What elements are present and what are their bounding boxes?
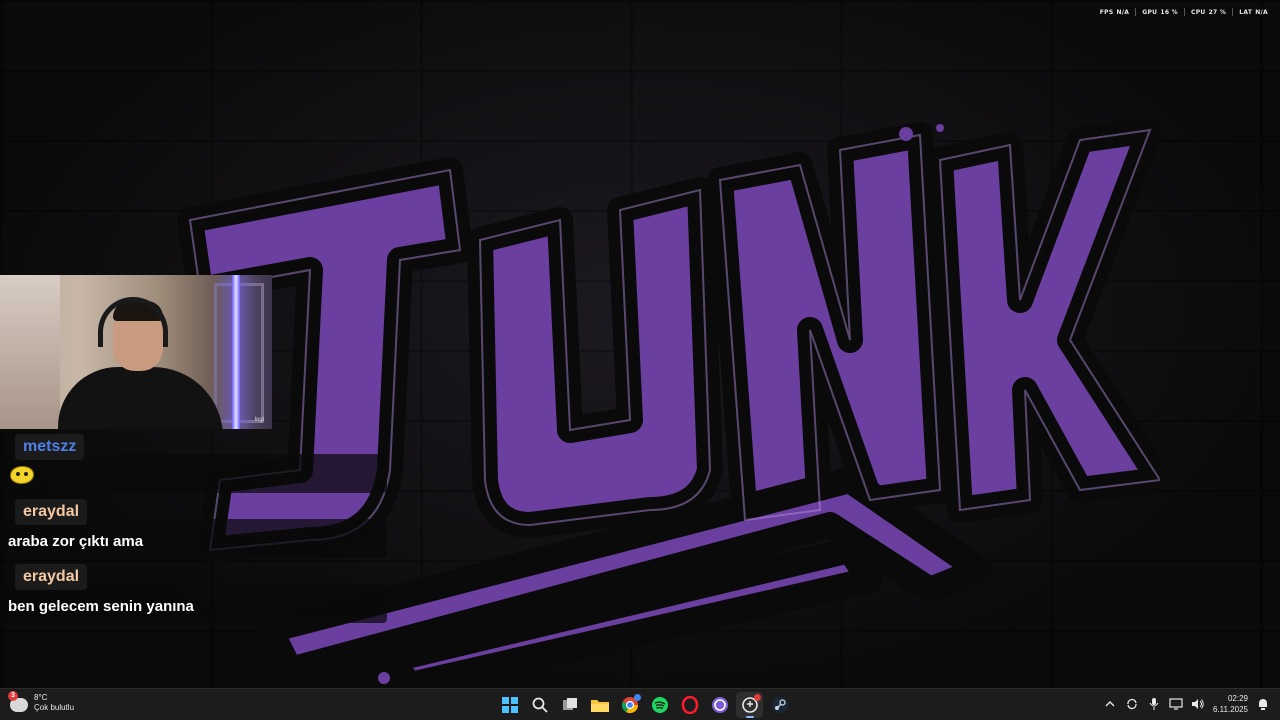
hud-lat-value: N/A <box>1255 8 1268 16</box>
folder-icon <box>590 700 609 712</box>
weather-temperature: 8°C <box>34 693 48 702</box>
hud-cpu: CPU 27 % <box>1191 9 1226 16</box>
hud-divider <box>1232 8 1234 16</box>
webcam-background-curtain <box>0 275 60 429</box>
chat-message: eraydal araba zor çıktı ama <box>0 497 390 562</box>
chat-message-text: araba zor çıktı ama <box>8 533 144 550</box>
obs-icon <box>711 697 728 713</box>
sync-icon[interactable] <box>1125 697 1139 711</box>
chat-message: metszz <box>0 432 390 497</box>
chat-username: eraydal <box>15 564 88 590</box>
hud-fps-value: N/A <box>1116 8 1130 16</box>
hud-cpu-value: 27 % <box>1208 8 1227 16</box>
notification-badge: 3 <box>8 691 18 701</box>
network-icon[interactable] <box>1169 697 1183 711</box>
hud-fps-label: FPS <box>1099 8 1114 16</box>
hud-divider <box>1184 8 1185 16</box>
system-tray: 02:29 6.11.2025 <box>1103 693 1270 715</box>
chat-message-text: ben gelecem senin yanına <box>8 598 194 615</box>
obs-button[interactable] <box>706 692 733 718</box>
taskbar: 3 8°C Çok bulutlu 02:29 6.11.2025 <box>0 688 1280 720</box>
gamebar-button[interactable] <box>736 692 763 718</box>
webcam-streamer <box>58 367 223 429</box>
search-icon <box>532 697 548 713</box>
steam-button[interactable] <box>766 692 793 718</box>
task-view-button[interactable] <box>556 692 583 718</box>
notification-dot <box>754 694 761 701</box>
hud-lat: LAT N/A <box>1239 9 1268 16</box>
windows-icon <box>501 697 518 713</box>
hud-gpu-label: GPU <box>1142 8 1158 16</box>
hud-gpu-value: 16 % <box>1160 8 1178 16</box>
notifications-icon[interactable] <box>1256 697 1270 711</box>
weather-text: 8°C Çok bulutlu <box>34 693 74 713</box>
task-view-icon <box>562 698 577 710</box>
chevron-up-icon[interactable] <box>1103 697 1117 711</box>
weather-widget[interactable]: 3 8°C Çok bulutlu <box>8 691 74 713</box>
spotify-button[interactable] <box>646 692 673 718</box>
chrome-button[interactable] <box>616 692 643 718</box>
hud-cpu-label: CPU <box>1191 8 1206 16</box>
chrome-profile-badge <box>634 694 641 701</box>
hud-gpu: GPU 16 % <box>1142 9 1178 16</box>
performance-hud: FPS N/A GPU 16 % CPU 27 % LAT N/A <box>1100 8 1268 16</box>
pepe-emote-icon <box>10 466 34 484</box>
hud-fps: FPS N/A <box>1100 9 1129 16</box>
chat-message: eraydal ben gelecem senin yanına <box>0 562 390 627</box>
search-button[interactable] <box>526 692 553 718</box>
webcam-feed: logi <box>0 275 272 429</box>
hud-divider <box>1135 8 1137 16</box>
microphone-icon[interactable] <box>1147 697 1161 711</box>
chat-username: metszz <box>15 434 85 460</box>
file-explorer-button[interactable] <box>586 692 613 718</box>
steam-icon <box>771 697 788 713</box>
webcam-neon-light <box>232 275 240 429</box>
cloud-icon: 3 <box>8 691 28 712</box>
weather-condition: Çok bulutlu <box>34 703 75 712</box>
opera-button[interactable] <box>676 692 703 718</box>
clock-date: 6.11.2025 <box>1213 705 1248 714</box>
spotify-icon <box>651 697 668 713</box>
webcam-brand-label: logi <box>254 417 264 423</box>
chat-username: eraydal <box>15 499 88 525</box>
clock-time: 02:29 <box>1227 694 1248 703</box>
hud-lat-label: LAT <box>1239 8 1253 16</box>
clock[interactable]: 02:29 6.11.2025 <box>1213 693 1248 715</box>
taskbar-apps <box>496 692 793 718</box>
start-button[interactable] <box>496 692 523 718</box>
volume-icon[interactable] <box>1191 697 1205 711</box>
chat-overlay: metszz eraydal araba zor çıktı ama erayd… <box>0 432 390 627</box>
opera-icon <box>681 696 698 714</box>
